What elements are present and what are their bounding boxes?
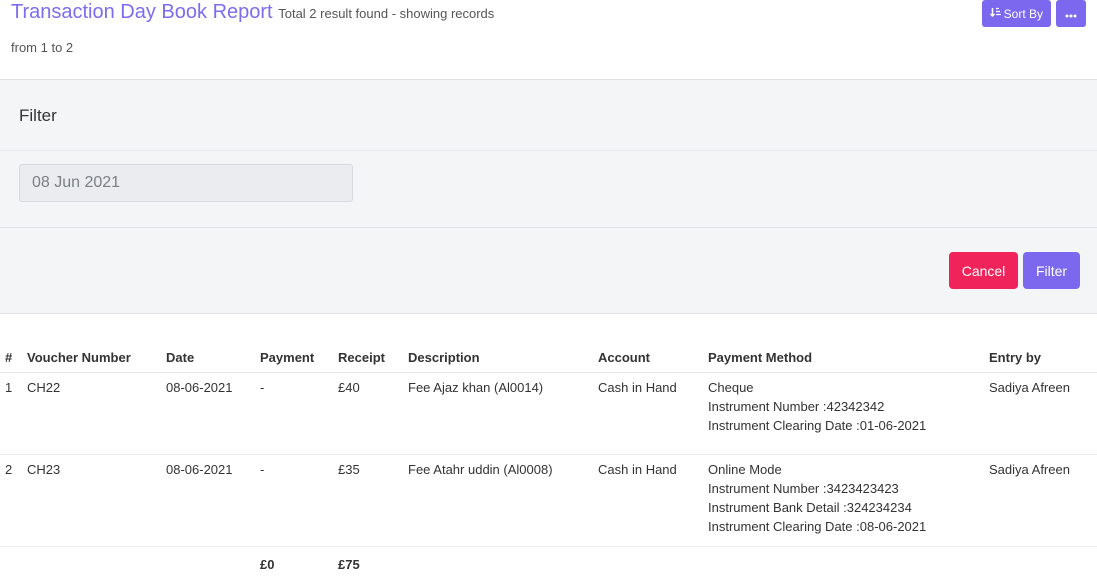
row-account: Cash in Hand (593, 372, 703, 455)
voucher-number: CH23 (22, 454, 161, 547)
header-actions: Sort By (981, 0, 1086, 27)
payment-method-line: Instrument Clearing Date :08-06-2021 (708, 518, 927, 534)
totals-row: £0 £75 (0, 546, 1097, 579)
row-date: 08-06-2021 (161, 454, 255, 547)
filter-button[interactable]: Filter (1023, 252, 1080, 289)
row-entry-by: Sadiya Afreen (984, 372, 1097, 455)
filter-title: Filter (19, 106, 57, 125)
report-header: Transaction Day Book Report Total 2 resu… (0, 0, 1097, 80)
result-count-text: Total 2 result found - showing records (278, 6, 495, 21)
column-header-account: Account (593, 344, 703, 373)
row-receipt: £35 (333, 454, 403, 547)
row-payment-method: Online Mode Instrument Number :342342342… (703, 454, 984, 547)
payment-method-line: Instrument Number :42342342 (708, 398, 885, 414)
result-range-text: from 1 to 2 (11, 40, 74, 55)
column-header-entry-by: Entry by (984, 344, 1097, 373)
sort-by-label: Sort By (1003, 6, 1043, 21)
row-receipt: £40 (333, 372, 403, 455)
row-description: Fee Atahr uddin (Al0008) (403, 454, 593, 547)
voucher-number: CH22 (22, 372, 161, 455)
table-row: 2 CH23 08-06-2021 - £35 Fee Atahr uddin … (0, 454, 1097, 547)
table-header-row: # Voucher Number Date Payment Receipt De… (0, 344, 1097, 373)
row-number: 1 (0, 372, 22, 455)
filter-divider (0, 150, 1097, 151)
payment-method-line: Instrument Number :3423423423 (708, 480, 899, 496)
column-header-date: Date (161, 344, 255, 373)
column-header-voucher: Voucher Number (22, 344, 161, 373)
sort-icon (989, 7, 1001, 21)
column-header-payment: Payment (255, 344, 333, 373)
payment-method-line: Cheque (708, 379, 754, 395)
title-line: Transaction Day Book Report Total 2 resu… (11, 1, 494, 24)
column-header-number: # (0, 344, 22, 373)
row-payment: - (255, 454, 333, 547)
payment-method-line: Online Mode (708, 461, 782, 477)
table-row: 1 CH22 08-06-2021 - £40 Fee Ajaz khan (A… (0, 372, 1097, 455)
column-header-payment-method: Payment Method (703, 344, 984, 373)
row-entry-by: Sadiya Afreen (984, 454, 1097, 547)
row-payment: - (255, 372, 333, 455)
more-options-button[interactable] (1056, 0, 1086, 27)
row-date: 08-06-2021 (161, 372, 255, 455)
row-number: 2 (0, 454, 22, 547)
payment-method-line: Instrument Clearing Date :01-06-2021 (708, 417, 927, 433)
page-title: Transaction Day Book Report (11, 1, 273, 23)
ellipsis-icon (1065, 6, 1077, 21)
filter-divider-bottom (0, 227, 1097, 228)
sort-by-button[interactable]: Sort By (981, 0, 1051, 27)
transaction-table: # Voucher Number Date Payment Receipt De… (0, 344, 1097, 579)
date-filter-input[interactable] (19, 164, 353, 202)
row-description: Fee Ajaz khan (Al0014) (403, 372, 593, 455)
row-payment-method: Cheque Instrument Number :42342342 Instr… (703, 372, 984, 455)
total-payment: £0 (260, 556, 275, 572)
cancel-button[interactable]: Cancel (949, 252, 1018, 289)
column-header-description: Description (403, 344, 593, 373)
column-header-receipt: Receipt (333, 344, 403, 373)
filter-panel: Filter Cancel Filter (0, 79, 1097, 314)
total-receipt: £75 (338, 556, 360, 572)
row-account: Cash in Hand (593, 454, 703, 547)
payment-method-line: Instrument Bank Detail :324234234 (708, 499, 912, 515)
